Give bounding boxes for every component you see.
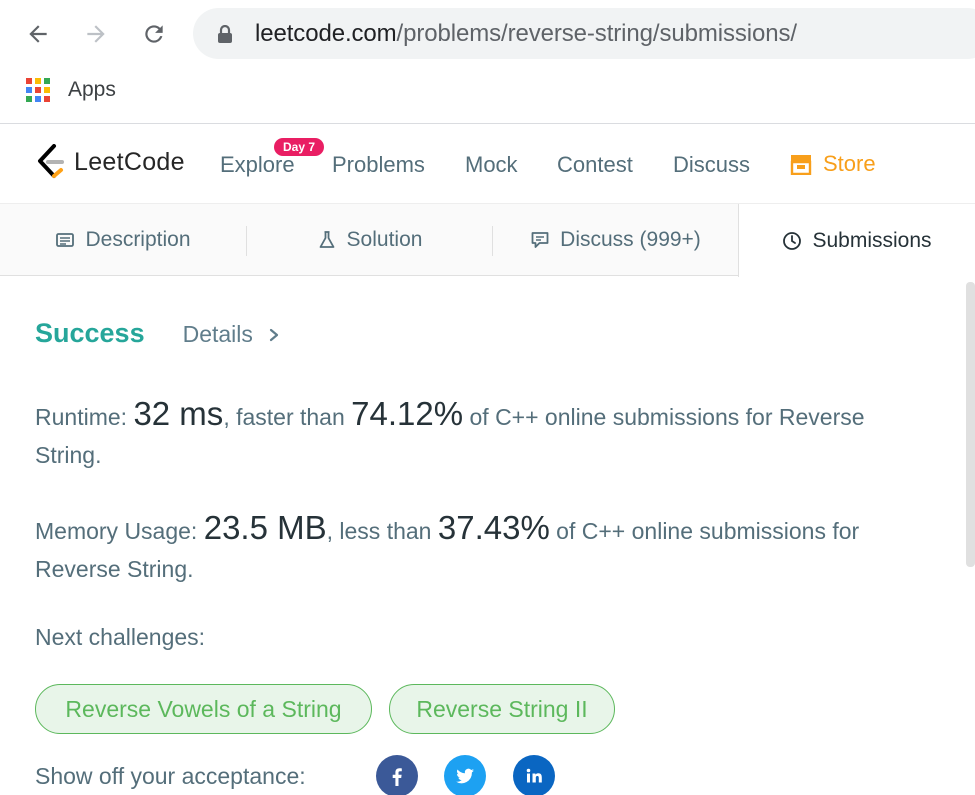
memory-label: Memory Usage: bbox=[35, 518, 204, 544]
url-path: /problems/reverse-string/submissions/ bbox=[396, 20, 798, 47]
problem-tabs: Description Solution Discuss (999+) Subm… bbox=[0, 204, 975, 277]
flask-icon bbox=[319, 231, 334, 248]
result-header: Success Details bbox=[35, 318, 281, 349]
url-text: leetcode.com/problems/reverse-string/sub… bbox=[255, 20, 797, 48]
tab-description[interactable]: Description bbox=[0, 204, 246, 276]
back-button[interactable] bbox=[20, 16, 56, 52]
lock-icon bbox=[218, 25, 232, 43]
facebook-share-button[interactable] bbox=[376, 755, 418, 795]
arrow-left-icon bbox=[29, 25, 47, 43]
apps-grid-icon bbox=[26, 78, 50, 102]
nav-problems[interactable]: Problems bbox=[332, 152, 425, 178]
nav-mock[interactable]: Mock bbox=[465, 152, 518, 178]
reload-icon bbox=[145, 25, 163, 43]
runtime-mid: , faster than bbox=[223, 404, 352, 430]
tab-solution[interactable]: Solution bbox=[247, 204, 492, 276]
clock-icon bbox=[783, 231, 802, 250]
twitter-share-button[interactable] bbox=[444, 755, 486, 795]
memory-value: 23.5 MB bbox=[203, 509, 327, 546]
runtime-stat: Runtime: 32 ms, faster than 74.12% of C+… bbox=[35, 395, 935, 474]
tab-submissions[interactable]: Submissions bbox=[738, 204, 975, 277]
store-icon bbox=[790, 155, 812, 175]
nav-discuss[interactable]: Discuss bbox=[673, 152, 750, 178]
scrollbar-thumb[interactable] bbox=[966, 282, 975, 567]
chevron-right-icon bbox=[269, 328, 279, 341]
apps-bookmark[interactable]: Apps bbox=[26, 78, 116, 102]
twitter-icon bbox=[456, 768, 474, 784]
runtime-value: 32 ms bbox=[133, 395, 224, 432]
next-challenges-label: Next challenges: bbox=[35, 624, 206, 650]
facebook-icon bbox=[392, 768, 402, 786]
linkedin-icon bbox=[526, 768, 542, 783]
apps-label: Apps bbox=[68, 78, 116, 101]
tab-discuss-label: Discuss (999+) bbox=[560, 228, 701, 251]
bookmarks-bar: Apps bbox=[0, 68, 975, 124]
details-label: Details bbox=[182, 321, 253, 347]
memory-percent: 37.43% bbox=[437, 509, 550, 546]
tab-discuss[interactable]: Discuss (999+) bbox=[493, 204, 738, 276]
memory-mid: , less than bbox=[326, 518, 438, 544]
description-icon bbox=[56, 233, 75, 247]
show-off-label: Show off your acceptance: bbox=[35, 763, 306, 789]
day-badge: Day 7 bbox=[274, 138, 325, 156]
status-success: Success bbox=[35, 318, 145, 348]
arrow-right-icon bbox=[87, 25, 105, 43]
site-navbar: LeetCode Explore Day 7 Problems Mock Con… bbox=[0, 125, 975, 204]
forward-button[interactable] bbox=[78, 16, 114, 52]
tab-submissions-label: Submissions bbox=[812, 228, 932, 252]
runtime-label: Runtime: bbox=[35, 404, 134, 430]
comment-icon bbox=[531, 232, 549, 248]
tab-solution-label: Solution bbox=[346, 228, 423, 251]
logo-text: LeetCode bbox=[74, 147, 185, 176]
tab-description-label: Description bbox=[85, 228, 191, 251]
browser-toolbar: leetcode.com/problems/reverse-string/sub… bbox=[0, 0, 975, 68]
reload-button[interactable] bbox=[136, 16, 172, 52]
challenge-chip[interactable]: Reverse Vowels of a String bbox=[35, 684, 372, 734]
url-host: leetcode.com bbox=[255, 20, 397, 47]
memory-stat: Memory Usage: 23.5 MB, less than 37.43% … bbox=[35, 509, 935, 588]
leetcode-logo[interactable]: LeetCode bbox=[34, 144, 185, 180]
nav-store[interactable]: Store bbox=[789, 151, 876, 177]
details-link[interactable]: Details bbox=[183, 321, 281, 348]
leetcode-logo-icon bbox=[38, 144, 64, 178]
challenge-chip[interactable]: Reverse String II bbox=[389, 684, 615, 734]
linkedin-share-button[interactable] bbox=[513, 755, 555, 795]
runtime-percent: 74.12% bbox=[351, 395, 464, 432]
address-bar[interactable]: leetcode.com/problems/reverse-string/sub… bbox=[193, 8, 975, 59]
store-label: Store bbox=[823, 151, 876, 176]
nav-contest[interactable]: Contest bbox=[557, 152, 633, 178]
